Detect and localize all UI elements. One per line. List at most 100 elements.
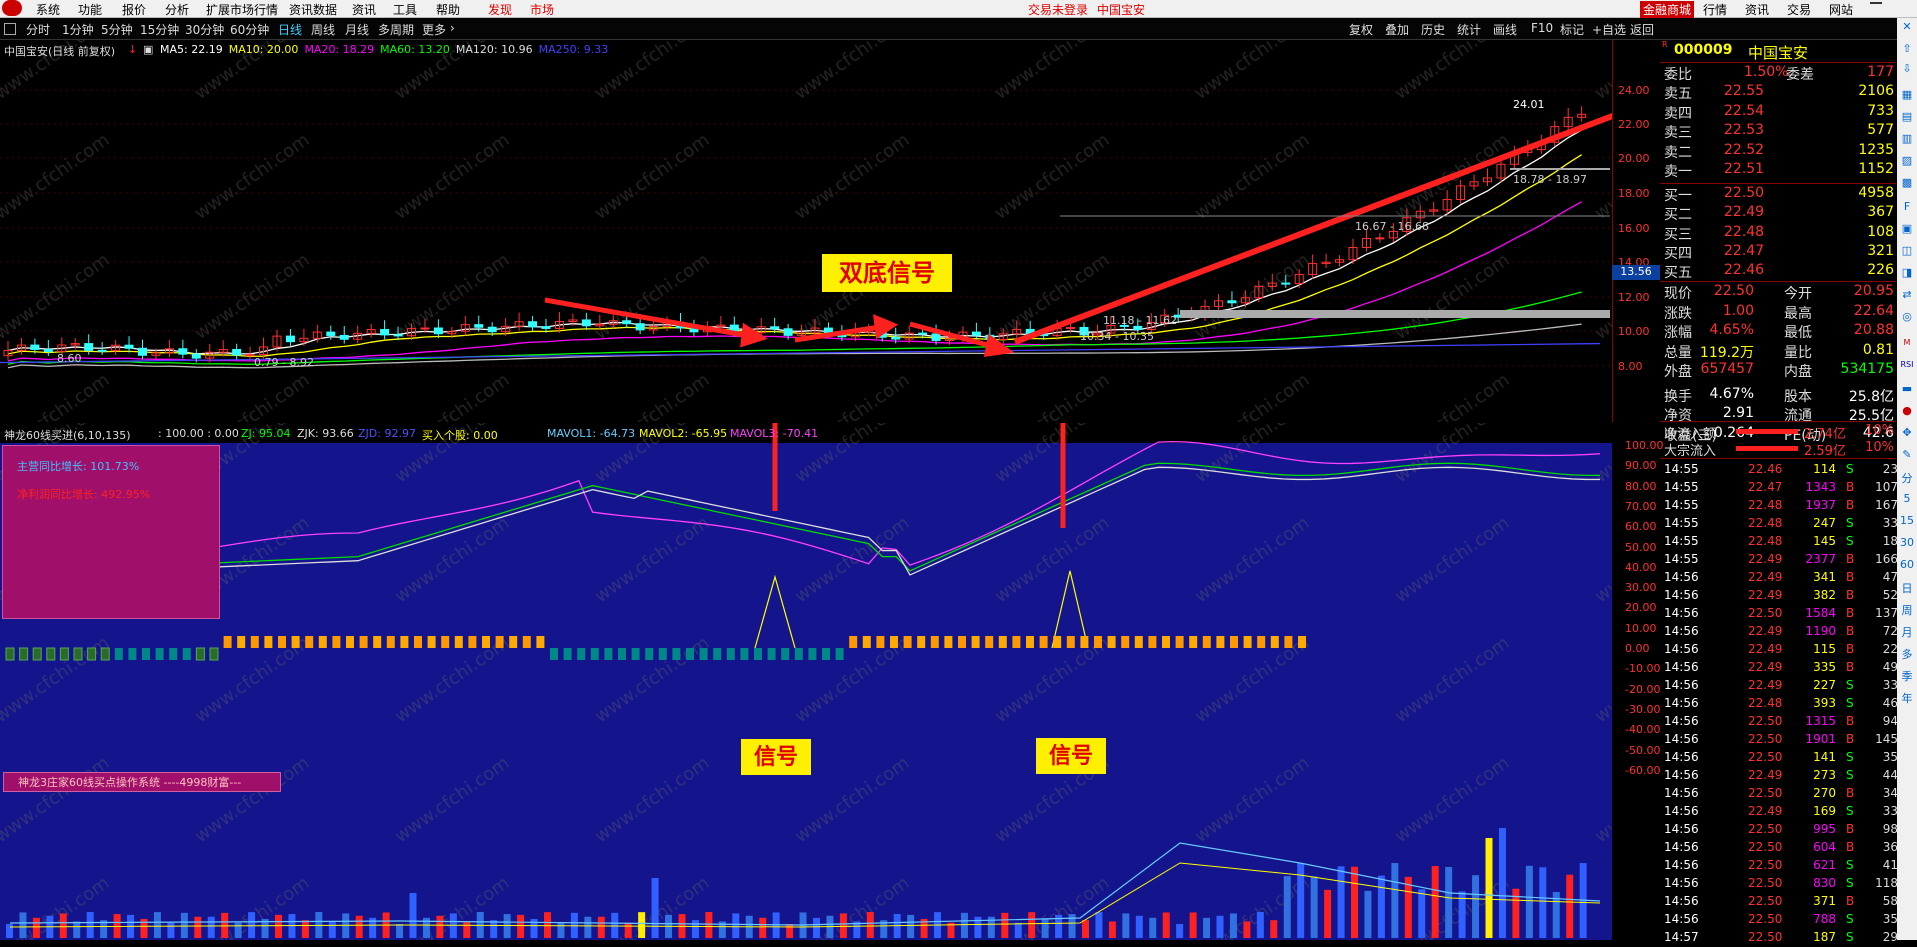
- sell-volume: 577: [1867, 122, 1894, 138]
- tools-icon[interactable]: ▣: [1898, 222, 1916, 240]
- ma-line: [7, 201, 1582, 362]
- rsi-icon[interactable]: RSI: [1898, 360, 1916, 378]
- app-logo[interactable]: [2, 0, 22, 16]
- menu-item-help[interactable]: 帮助: [436, 1, 460, 18]
- tab-daily[interactable]: 日线: [278, 21, 302, 38]
- period-button[interactable]: 多: [1898, 646, 1916, 664]
- tab-more[interactable]: 更多: [422, 21, 446, 38]
- trade-price: 22.50: [1748, 732, 1783, 746]
- overlay-button[interactable]: 叠加: [1385, 21, 1409, 38]
- sell-volume: 733: [1867, 102, 1894, 119]
- main-kline-chart[interactable]: www.cfchi.com www.cfchi.com www.cfchi.com w…: [0, 40, 1660, 422]
- watermark-text: www.cfchi.com: [791, 40, 914, 104]
- volume-bar: [839, 913, 847, 938]
- menu-item-quote[interactable]: 报价: [122, 1, 146, 18]
- period-button[interactable]: 日: [1898, 580, 1916, 598]
- line-chart-icon[interactable]: ▨: [1898, 154, 1916, 172]
- more-chevron-icon[interactable]: ›: [450, 21, 455, 35]
- watermark-text: www.cfchi.com: [1191, 40, 1314, 104]
- draw-line-button[interactable]: 画线: [1493, 21, 1517, 38]
- current-price-tag: 13.56: [1612, 265, 1660, 280]
- tab-intraday[interactable]: 分时: [26, 21, 50, 38]
- menu-item-system[interactable]: 系统: [36, 1, 60, 18]
- mark-button[interactable]: 标记: [1560, 21, 1584, 38]
- statistics-button[interactable]: 统计: [1457, 21, 1481, 38]
- trade-price: 22.46: [1748, 462, 1783, 476]
- period-button[interactable]: 季: [1898, 668, 1916, 686]
- volume-bar: [1445, 866, 1453, 938]
- dot-icon[interactable]: ●: [1898, 404, 1916, 422]
- tab-multi-period[interactable]: 多周期: [378, 21, 414, 38]
- add-watchlist-button[interactable]: +自选: [1592, 21, 1626, 38]
- tab-30min[interactable]: 30分钟: [185, 21, 224, 38]
- menu-item-right-quote[interactable]: 行情: [1703, 1, 1727, 18]
- signal-bar-up: [1066, 636, 1075, 648]
- menu-item-trade[interactable]: 交易: [1787, 1, 1811, 18]
- period-button[interactable]: 5: [1898, 492, 1916, 510]
- period-button[interactable]: 30: [1898, 536, 1916, 554]
- menu-item-website[interactable]: 网站: [1829, 1, 1853, 18]
- volume-bar: [1351, 866, 1358, 938]
- restore-rights-button[interactable]: 复权: [1349, 21, 1373, 38]
- period-button[interactable]: 60: [1898, 558, 1916, 576]
- period-button[interactable]: 月: [1898, 624, 1916, 642]
- watermark-text: www.cfchi.com: [1191, 129, 1314, 224]
- signal-bar-up: [849, 636, 858, 648]
- f10-icon[interactable]: F: [1898, 200, 1916, 218]
- menu-item-analysis[interactable]: 分析: [165, 1, 189, 18]
- move-icon[interactable]: ✥: [1898, 426, 1916, 444]
- menu-item-function[interactable]: 功能: [78, 1, 102, 18]
- tab-monthly[interactable]: 月线: [345, 21, 369, 38]
- period-button[interactable]: 年: [1898, 690, 1916, 708]
- volume-bar: [1149, 917, 1157, 938]
- menu-item-discover[interactable]: 发现: [488, 1, 512, 18]
- tab-weekly[interactable]: 周线: [311, 21, 335, 38]
- window-icon[interactable]: ◫: [1898, 244, 1916, 262]
- tab-15min[interactable]: 15分钟: [140, 21, 179, 38]
- minimize-icon[interactable]: [1870, 2, 1882, 4]
- bars-icon[interactable]: ▬: [1898, 382, 1916, 400]
- menu-item-tools[interactable]: 工具: [393, 1, 417, 18]
- history-button[interactable]: 历史: [1421, 21, 1445, 38]
- trade-price: 22.50: [1748, 840, 1783, 854]
- pencil-icon[interactable]: ✎: [1898, 448, 1916, 466]
- down-arrow-icon[interactable]: ⇩: [1898, 62, 1916, 80]
- indicator-y-tick: 70.00: [1625, 499, 1657, 513]
- sell-order-row: 卖四 22.54 733: [1664, 103, 1894, 122]
- chart-icon[interactable]: ▥: [1898, 132, 1916, 150]
- tab-5min[interactable]: 5分钟: [101, 21, 133, 38]
- menu-item-mall[interactable]: 金融商城: [1640, 1, 1695, 18]
- buy-price: 22.50: [1724, 185, 1765, 201]
- menu-item-extended-market[interactable]: 扩展市场行情: [206, 1, 278, 18]
- indicator-canvas[interactable]: www.cfchi.comwww.cfchi.comwww.cfchi.comw…: [0, 423, 1612, 940]
- swap-icon[interactable]: ⇄: [1898, 288, 1916, 306]
- grid-icon[interactable]: ▦: [1898, 88, 1916, 106]
- list-icon[interactable]: ▤: [1898, 110, 1916, 128]
- sell-order-row: 卖一 22.51 1152: [1664, 161, 1894, 180]
- tab-60min[interactable]: 60分钟: [230, 21, 269, 38]
- tab-1min[interactable]: 1分钟: [62, 21, 94, 38]
- close-icon[interactable]: ✕: [1898, 20, 1916, 38]
- target-icon[interactable]: ◎: [1898, 310, 1916, 328]
- table-icon[interactable]: ▩: [1898, 176, 1916, 194]
- period-button[interactable]: 15: [1898, 514, 1916, 532]
- back-button[interactable]: 返回: [1630, 21, 1654, 38]
- volume-bar: [234, 922, 242, 938]
- menu-item-info[interactable]: 资讯: [352, 1, 376, 18]
- period-button[interactable]: 分: [1898, 470, 1916, 488]
- f10-button[interactable]: F10: [1531, 21, 1553, 35]
- compare-icon[interactable]: ◨: [1898, 266, 1916, 284]
- macd-icon[interactable]: M: [1898, 338, 1916, 356]
- signal-bar-up: [1026, 636, 1034, 648]
- signal-bar-up: [237, 636, 246, 648]
- signal-bar-down: [550, 648, 558, 660]
- menu-item-right-info[interactable]: 资讯: [1745, 1, 1769, 18]
- up-arrow-icon[interactable]: ⇧: [1898, 42, 1916, 60]
- trade-volume: 270: [1813, 786, 1836, 800]
- menu-item-market[interactable]: 市场: [530, 1, 554, 18]
- menu-item-info-data[interactable]: 资讯数据: [289, 1, 337, 18]
- period-button[interactable]: 周: [1898, 602, 1916, 620]
- trade-count: 35: [1882, 750, 1898, 764]
- indicator-panel[interactable]: www.cfchi.com www.cfchi.com www.cfchi.com w…: [0, 423, 1664, 940]
- toolbar-toggle-icon[interactable]: [4, 23, 16, 35]
